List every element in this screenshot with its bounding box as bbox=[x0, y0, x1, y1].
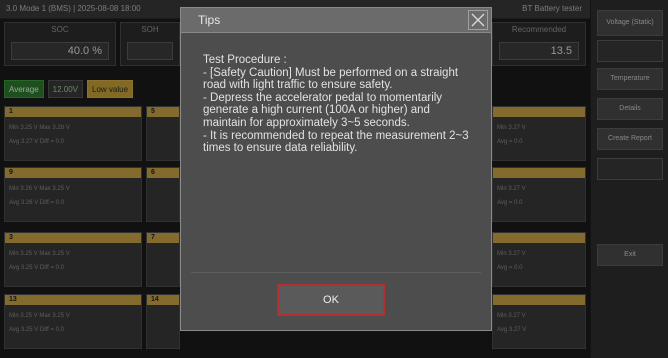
ok-button[interactable]: OK bbox=[277, 284, 385, 316]
app-window: 3.0 Mode 1 (BMS) | 2025-08-08 18:00 BT B… bbox=[0, 0, 668, 358]
dialog-body-line: - [Safety Caution] Must be performed on … bbox=[203, 66, 459, 92]
dialog-body-line: Test Procedure : bbox=[203, 54, 287, 66]
dialog-titlebar: Tips bbox=[181, 8, 491, 33]
dialog-title: Tips bbox=[198, 13, 221, 27]
dialog-body: Test Procedure : - [Safety Caution] Must… bbox=[203, 54, 475, 274]
dialog-body-line: - It is recommended to repeat the measur… bbox=[203, 129, 469, 155]
close-icon bbox=[471, 13, 485, 27]
close-button[interactable] bbox=[468, 10, 488, 30]
dialog-body-line: - Depress the accelerator pedal to momen… bbox=[203, 91, 443, 129]
dialog-divider bbox=[191, 272, 481, 273]
tips-dialog: Tips Test Procedure : - [Safety Caution]… bbox=[180, 7, 492, 331]
